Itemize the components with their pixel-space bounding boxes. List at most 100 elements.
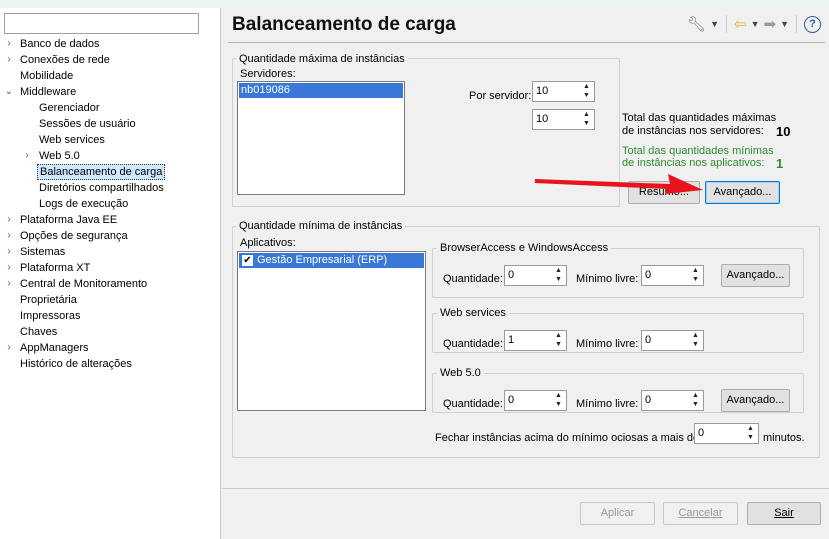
total-min-value: 1 (776, 156, 784, 171)
total-min-label-line1: Total das quantidades mínimas (622, 145, 774, 157)
quantity-label: Quantidade: (443, 338, 503, 350)
chevron-right-icon[interactable] (22, 180, 32, 196)
max-advanced-button[interactable]: Avançado... (705, 181, 780, 204)
sidebar-item-label: Diretórios compartilhados (39, 182, 164, 194)
servers-label: Servidores: (240, 68, 296, 80)
list-item[interactable]: nb019086 (239, 83, 403, 98)
chevron-right-icon[interactable]: › (4, 260, 14, 276)
min-free-label: Mínimo livre: (576, 273, 639, 285)
chevron-right-icon[interactable]: › (4, 276, 14, 292)
app-checkbox[interactable]: ✔ (242, 255, 253, 266)
chevron-right-icon[interactable] (4, 308, 14, 324)
total-min-label-line2: de instâncias nos aplicativos: (622, 157, 765, 169)
quantity-stepper[interactable]: 0 ▲ ▼ (504, 390, 567, 411)
sidebar-item-label: AppManagers (20, 342, 89, 354)
second-value: 10 (536, 113, 549, 125)
chevron-right-icon[interactable]: › (22, 148, 32, 164)
footer-divider (222, 488, 829, 489)
chevron-down-icon[interactable]: ▼ (710, 19, 719, 29)
chevron-right-icon[interactable] (22, 196, 32, 212)
quantity-label: Quantidade: (443, 398, 503, 410)
chevron-right-icon[interactable]: › (4, 52, 14, 68)
apply-button[interactable]: Aplicar (580, 502, 655, 525)
max-instances-title: Quantidade máxima de instâncias (236, 53, 408, 65)
cancel-button[interactable]: Cancelar (663, 502, 738, 525)
list-item[interactable]: Gestão Empresarial (ERP) (239, 253, 424, 268)
min-free-stepper[interactable]: 0 ▲ ▼ (641, 265, 704, 286)
second-stepper[interactable]: 10 ▲ ▼ (532, 109, 595, 130)
quantity-stepper[interactable]: 1 ▲ ▼ (504, 330, 567, 351)
min-free-label: Mínimo livre: (576, 338, 639, 350)
quantity-value: 0 (508, 269, 515, 281)
chevron-down-icon[interactable]: ▼ (751, 19, 760, 29)
stepper-arrows[interactable]: ▲ ▼ (580, 83, 593, 100)
app-section-title: Web 5.0 (437, 367, 484, 379)
servers-list[interactable]: nb019086 (237, 81, 405, 195)
chevron-right-icon[interactable] (4, 324, 14, 340)
sidebar-item-label: Histórico de alterações (20, 358, 132, 370)
apps-list[interactable]: Gestão Empresarial (ERP) ✔ (237, 251, 426, 411)
sidebar-item-label: Impressoras (20, 310, 81, 322)
stepper-arrows[interactable]: ▲ ▼ (689, 267, 702, 284)
sidebar-item-label: Banco de dados (20, 38, 100, 50)
chevron-right-icon[interactable] (4, 292, 14, 308)
chevron-right-icon[interactable] (22, 132, 32, 148)
stepper-arrows[interactable]: ▲ ▼ (580, 111, 593, 128)
chevron-right-icon[interactable] (22, 164, 32, 180)
sidebar-item-label: Middleware (20, 86, 77, 98)
chevron-right-icon[interactable] (4, 68, 14, 84)
toolbar-divider (796, 15, 797, 33)
chevron-down-icon[interactable]: ▼ (780, 19, 789, 29)
per-server-stepper[interactable]: 10 ▲ ▼ (532, 81, 595, 102)
apps-label: Aplicativos: (240, 237, 296, 249)
exit-button[interactable]: Sair (747, 502, 821, 525)
sidebar-item-label: Plataforma Java EE (20, 214, 118, 226)
sidebar-item-label: Conexões de rede (20, 54, 110, 66)
min-free-value: 0 (645, 269, 652, 281)
back-arrow-icon[interactable]: ⇦ (734, 15, 747, 33)
min-free-stepper[interactable]: 0 ▲ ▼ (641, 330, 704, 351)
page-title: Balanceamento de carga (232, 14, 456, 35)
chevron-right-icon[interactable] (22, 100, 32, 116)
sidebar-item-label: Gerenciador (39, 102, 100, 114)
total-max-value: 10 (776, 124, 791, 139)
total-max-label-line2: de instâncias nos servidores: (622, 125, 764, 137)
min-free-stepper[interactable]: 0 ▲ ▼ (641, 390, 704, 411)
stepper-arrows[interactable]: ▲ ▼ (552, 332, 565, 349)
chevron-right-icon[interactable]: › (4, 340, 14, 356)
close-minutes-value: 0 (698, 427, 705, 439)
chevron-right-icon[interactable]: › (4, 228, 14, 244)
chevron-right-icon[interactable]: › (4, 212, 14, 228)
forward-arrow-icon[interactable]: ➡ (764, 15, 777, 33)
search-input[interactable] (4, 13, 199, 34)
chevron-right-icon[interactable] (22, 116, 32, 132)
close-minutes-stepper[interactable]: 0 ▲ ▼ (694, 423, 759, 444)
main-panel: Balanceamento de carga 🔧︎ ▼ ⇦ ▼ ➡ ▼ ? Qu… (222, 8, 829, 539)
quantity-value: 0 (508, 394, 515, 406)
sidebar-item-label: Chaves (20, 326, 58, 338)
sidebar-item-label: Web services (39, 134, 105, 146)
min-free-value: 0 (645, 394, 652, 406)
chevron-down-icon[interactable]: ⌄ (4, 84, 14, 100)
stepper-arrows[interactable]: ▲ ▼ (552, 267, 565, 284)
sidebar-item-label: Mobilidade (20, 70, 74, 82)
chevron-right-icon[interactable] (4, 356, 14, 372)
quantity-stepper[interactable]: 0 ▲ ▼ (504, 265, 567, 286)
quantity-label: Quantidade: (443, 273, 503, 285)
chevron-right-icon[interactable]: › (4, 244, 14, 260)
min-instances-title: Quantidade mínima de instâncias (236, 220, 406, 232)
min-free-label: Mínimo livre: (576, 398, 639, 410)
advanced-button[interactable]: Avançado... (721, 264, 790, 287)
chevron-right-icon[interactable]: › (4, 36, 14, 52)
sidebar-item-label: Opções de segurança (20, 230, 128, 242)
app-section-title: Web services (437, 307, 509, 319)
stepper-arrows[interactable]: ▲ ▼ (689, 392, 702, 409)
sidebar-item-label: Proprietária (20, 294, 77, 306)
stepper-arrows[interactable]: ▲ ▼ (552, 392, 565, 409)
sidebar-item-label: Plataforma XT (20, 262, 91, 274)
help-icon[interactable]: ? (804, 15, 821, 33)
wrench-icon[interactable]: 🔧︎ (687, 15, 706, 33)
advanced-button[interactable]: Avançado... (721, 389, 790, 412)
stepper-arrows[interactable]: ▲ ▼ (744, 425, 757, 442)
stepper-arrows[interactable]: ▲ ▼ (689, 332, 702, 349)
